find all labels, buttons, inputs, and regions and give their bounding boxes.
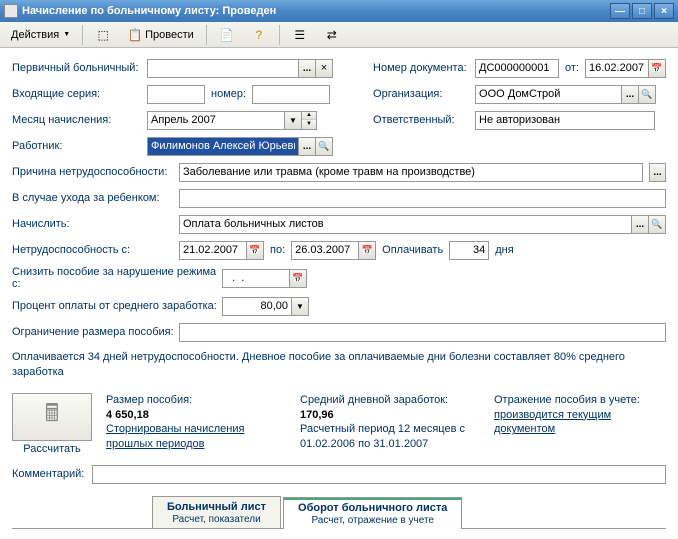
employee-search-button[interactable]: [316, 137, 333, 156]
reason-input[interactable]: [179, 163, 643, 182]
accrue-search-button[interactable]: [649, 215, 666, 234]
docdate-input[interactable]: [585, 59, 649, 78]
avg-label: Средний дневной заработок:: [300, 393, 480, 408]
series-input[interactable]: [147, 85, 205, 104]
calculate-button[interactable]: 🖩: [12, 393, 92, 441]
size-value: 4 650,18: [106, 408, 286, 423]
paydays-input[interactable]: [449, 241, 489, 260]
reflect-label: Отражение пособия в учете:: [494, 393, 666, 408]
primary-select-button[interactable]: [299, 59, 316, 78]
org-select-button[interactable]: [622, 85, 639, 104]
dateto-label: по:: [270, 244, 285, 256]
form-content: Первичный больничный: Входящие серия: но…: [0, 48, 678, 539]
wizard-icon[interactable]: 📄: [212, 24, 242, 46]
paydays-label: Оплачивать: [382, 244, 443, 256]
days-label: дня: [495, 244, 513, 256]
month-input[interactable]: [147, 111, 285, 130]
employee-label: Работник:: [12, 140, 147, 152]
primary-label: Первичный больничный:: [12, 62, 147, 74]
tab2-title: Оборот больничного листа: [298, 502, 447, 514]
childcare-input[interactable]: [179, 189, 666, 208]
calculator-icon: 🖩: [45, 396, 59, 437]
toolbar-separator: [279, 25, 280, 45]
reason-label: Причина нетрудоспособности:: [12, 166, 179, 178]
number-input[interactable]: [252, 85, 330, 104]
datefrom-calendar-button[interactable]: 📅: [247, 241, 264, 260]
month-dropdown-button[interactable]: [285, 111, 302, 130]
tab1-sub: Расчет, показатели: [167, 514, 266, 525]
docnum-input[interactable]: [475, 59, 559, 78]
toolbar: Действия▼ ⬚ 📋Провести 📄 ? ☰ ⇄: [0, 22, 678, 48]
reduce-date-input[interactable]: [222, 269, 290, 288]
size-label: Размер пособия:: [106, 393, 286, 408]
month-label: Месяц начисления:: [12, 114, 147, 126]
resp-input[interactable]: [475, 111, 655, 130]
dateto-input[interactable]: [291, 241, 359, 260]
org-input[interactable]: [475, 85, 622, 104]
childcare-label: В случае ухода за ребенком:: [12, 192, 179, 204]
month-spinner[interactable]: ▲ ▼: [302, 111, 317, 130]
app-icon: [4, 4, 18, 18]
tabstrip: Больничный лист Расчет, показатели Оборо…: [12, 496, 666, 529]
limit-input[interactable]: [179, 323, 666, 342]
spinner-up-icon: ▲: [302, 112, 316, 121]
maximize-button[interactable]: □: [632, 3, 652, 19]
toolbar-separator: [206, 25, 207, 45]
org-search-button[interactable]: [639, 85, 656, 104]
window-titlebar: Начисление по больничному листу: Проведе…: [0, 0, 678, 22]
list-icon[interactable]: ☰: [285, 24, 315, 46]
actions-menu[interactable]: Действия▼: [4, 26, 77, 44]
employee-select-button[interactable]: [299, 137, 316, 156]
post-button[interactable]: 📋Провести: [120, 24, 201, 46]
primary-clear-button[interactable]: [316, 59, 333, 78]
datefrom-label: Нетрудоспособность с:: [12, 244, 179, 256]
percent-dropdown-button[interactable]: [292, 297, 309, 316]
percent-input[interactable]: [222, 297, 292, 316]
series-label: Входящие серия:: [12, 88, 147, 100]
datefrom-input[interactable]: [179, 241, 247, 260]
spinner-down-icon: ▼: [302, 120, 316, 128]
reduce-label: Снизить пособие за нарушение режима с:: [12, 266, 222, 290]
new-icon[interactable]: ⬚: [88, 24, 118, 46]
avg-value: 170,96: [300, 408, 480, 423]
accrue-select-button[interactable]: [632, 215, 649, 234]
dateto-calendar-button[interactable]: 📅: [359, 241, 376, 260]
docnum-label: Номер документа:: [373, 62, 475, 74]
comment-input[interactable]: [92, 465, 666, 484]
number-label: номер:: [211, 88, 246, 100]
window-title: Начисление по больничному листу: Проведе…: [22, 5, 610, 17]
tab1-title: Больничный лист: [167, 501, 266, 513]
calculate-label: Рассчитать: [12, 443, 92, 455]
accrue-label: Начислить:: [12, 218, 179, 230]
employee-input[interactable]: [147, 137, 299, 156]
minimize-button[interactable]: —: [610, 3, 630, 19]
reflect-link[interactable]: производится текущим документом: [494, 408, 666, 438]
tab-sick-leave[interactable]: Больничный лист Расчет, показатели: [152, 496, 281, 528]
docdate-calendar-button[interactable]: 📅: [649, 59, 666, 78]
percent-label: Процент оплаты от среднего заработка:: [12, 300, 222, 312]
settings-icon[interactable]: ⇄: [317, 24, 347, 46]
help-icon[interactable]: ?: [244, 24, 274, 46]
info-text: Оплачивается 34 дней нетрудоспособности.…: [12, 350, 666, 381]
org-label: Организация:: [373, 88, 475, 100]
toolbar-separator: [82, 25, 83, 45]
accrue-input[interactable]: [179, 215, 632, 234]
close-button[interactable]: ×: [654, 3, 674, 19]
primary-input[interactable]: [147, 59, 299, 78]
comment-label: Комментарий:: [12, 468, 92, 480]
storno-link[interactable]: Сторнированы начисления прошлых периодов: [106, 422, 286, 452]
tab2-sub: Расчет, отражение в учете: [298, 515, 447, 526]
reason-select-button[interactable]: [649, 163, 666, 182]
limit-label: Ограничение размера пособия:: [12, 326, 179, 338]
tab-turnover[interactable]: Оборот больничного листа Расчет, отражен…: [283, 497, 462, 529]
resp-label: Ответственный:: [373, 114, 475, 126]
from-label: от:: [565, 62, 579, 74]
reduce-calendar-button[interactable]: 📅: [290, 269, 307, 288]
period-text: Расчетный период 12 месяцев с 01.02.2006…: [300, 422, 480, 452]
